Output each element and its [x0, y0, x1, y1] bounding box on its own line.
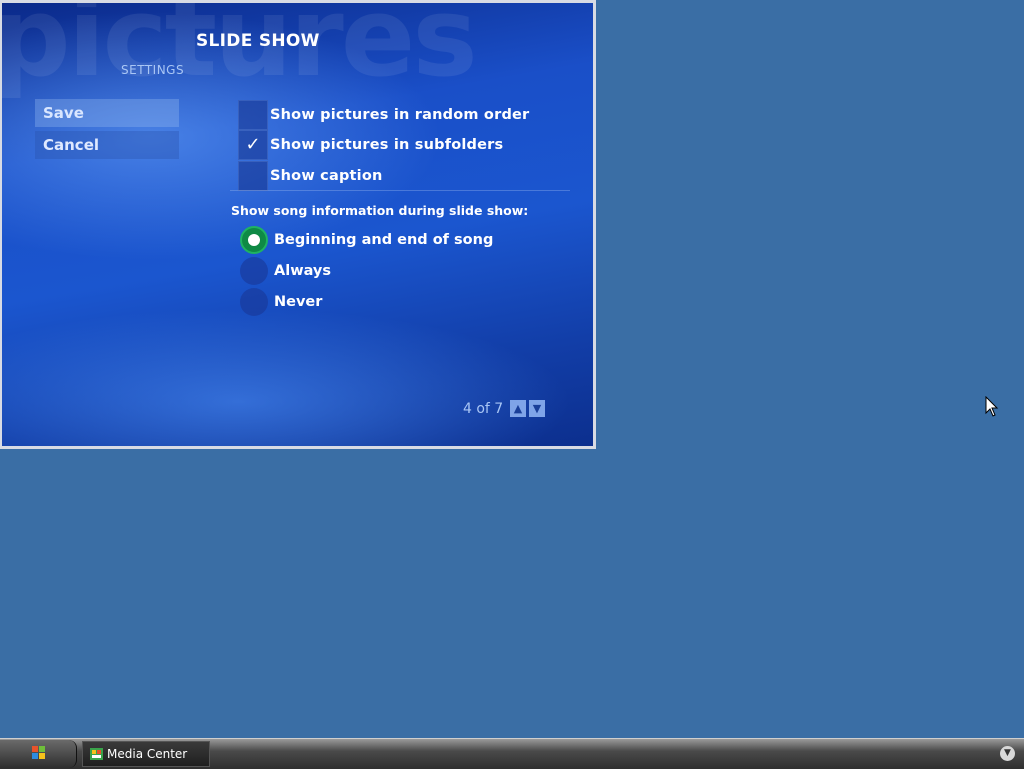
- radio-beginning-end[interactable]: Beginning and end of song: [240, 226, 570, 254]
- radio-dot-icon: [248, 234, 260, 246]
- radio-unselected-icon[interactable]: [240, 288, 268, 316]
- check-icon[interactable]: ✓: [238, 130, 268, 160]
- chevron-down-icon[interactable]: ▼: [1000, 746, 1015, 761]
- checkbox-box[interactable]: [238, 161, 268, 191]
- radio-label: Always: [274, 263, 332, 279]
- radio-label: Beginning and end of song: [274, 232, 494, 248]
- taskbar: Media Center ▼: [0, 738, 1024, 769]
- arrow-up-icon[interactable]: ▲: [510, 400, 526, 417]
- media-center-window: pictures SLIDE SHOW SETTINGS Save Cancel…: [0, 0, 596, 449]
- checkbox-subfolders[interactable]: ✓ Show pictures in subfolders: [238, 130, 568, 160]
- song-info-label: Show song information during slide show:: [231, 203, 529, 218]
- checkbox-label: Show pictures in subfolders: [270, 137, 504, 153]
- checkbox-box[interactable]: [238, 100, 268, 130]
- radio-label: Never: [274, 294, 323, 310]
- checkbox-random-order[interactable]: Show pictures in random order: [238, 100, 568, 130]
- checkbox-label: Show pictures in random order: [270, 107, 530, 123]
- mouse-cursor-icon: [985, 396, 999, 417]
- cancel-button[interactable]: Cancel: [35, 131, 179, 159]
- arrow-down-icon[interactable]: ▼: [529, 400, 545, 417]
- media-center-icon: [90, 748, 103, 760]
- radio-selected-icon[interactable]: [240, 226, 268, 254]
- checkbox-label: Show caption: [270, 168, 383, 184]
- save-button[interactable]: Save: [35, 99, 179, 127]
- taskbar-item-label: Media Center: [107, 747, 188, 761]
- radio-never[interactable]: Never: [240, 288, 570, 316]
- divider: [230, 190, 570, 191]
- start-button[interactable]: [0, 740, 77, 768]
- page-indicator: 4 of 7: [463, 401, 504, 417]
- checkbox-show-caption[interactable]: Show caption: [238, 161, 568, 191]
- radio-always[interactable]: Always: [240, 257, 570, 285]
- radio-unselected-icon[interactable]: [240, 257, 268, 285]
- windows-logo-icon: [32, 746, 45, 759]
- page-subtitle: SETTINGS: [121, 63, 185, 77]
- taskbar-item-media-center[interactable]: Media Center: [82, 741, 210, 767]
- page-title: SLIDE SHOW: [196, 31, 320, 51]
